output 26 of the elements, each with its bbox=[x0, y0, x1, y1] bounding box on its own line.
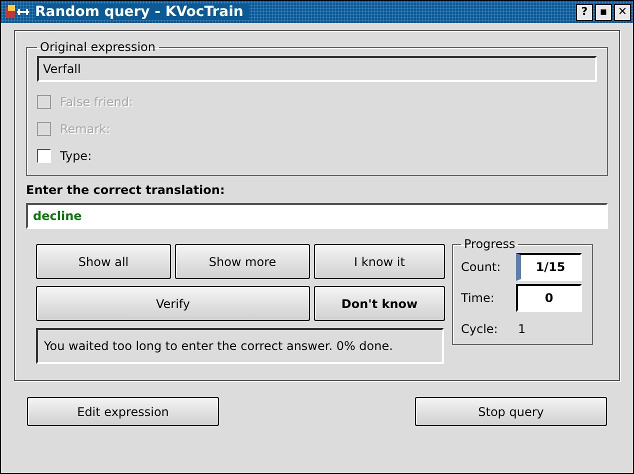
original-field: Verfall bbox=[37, 56, 597, 82]
footer-button[interactable]: Stop query bbox=[415, 397, 607, 426]
field-label: Time: bbox=[461, 290, 496, 304]
field-label: Count: bbox=[461, 260, 502, 274]
group-title: Original expression bbox=[39, 40, 156, 54]
status-message: You waited too long to enter the correct answer. 0% done. bbox=[36, 328, 444, 364]
footer-button[interactable]: Edit expression bbox=[27, 397, 219, 426]
group-title: Progress bbox=[463, 237, 516, 251]
checkbox-label: Type: bbox=[60, 148, 92, 162]
field-label: Cycle: bbox=[461, 322, 499, 336]
action-button[interactable]: Verify bbox=[36, 286, 310, 321]
prompt-label: Enter the correct translation: bbox=[26, 183, 226, 197]
value-field: 0 bbox=[516, 284, 582, 312]
value-field: 1/15 bbox=[516, 252, 582, 280]
close-button[interactable]: ✕ bbox=[614, 4, 631, 20]
action-button[interactable]: Don't know bbox=[314, 286, 445, 321]
app-icon bbox=[5, 4, 31, 20]
value-text: 1 bbox=[517, 322, 526, 336]
action-button[interactable]: Show all bbox=[36, 244, 171, 279]
action-button[interactable]: I know it bbox=[314, 244, 445, 279]
help-button[interactable]: ? bbox=[576, 4, 593, 20]
action-button[interactable]: Show more bbox=[175, 244, 310, 279]
window-title: Random query - KVocTrain bbox=[35, 4, 250, 20]
translation-field[interactable]: decline bbox=[26, 203, 608, 229]
checkbox[interactable] bbox=[37, 148, 51, 162]
maximize-button[interactable]: ▪ bbox=[595, 4, 612, 20]
